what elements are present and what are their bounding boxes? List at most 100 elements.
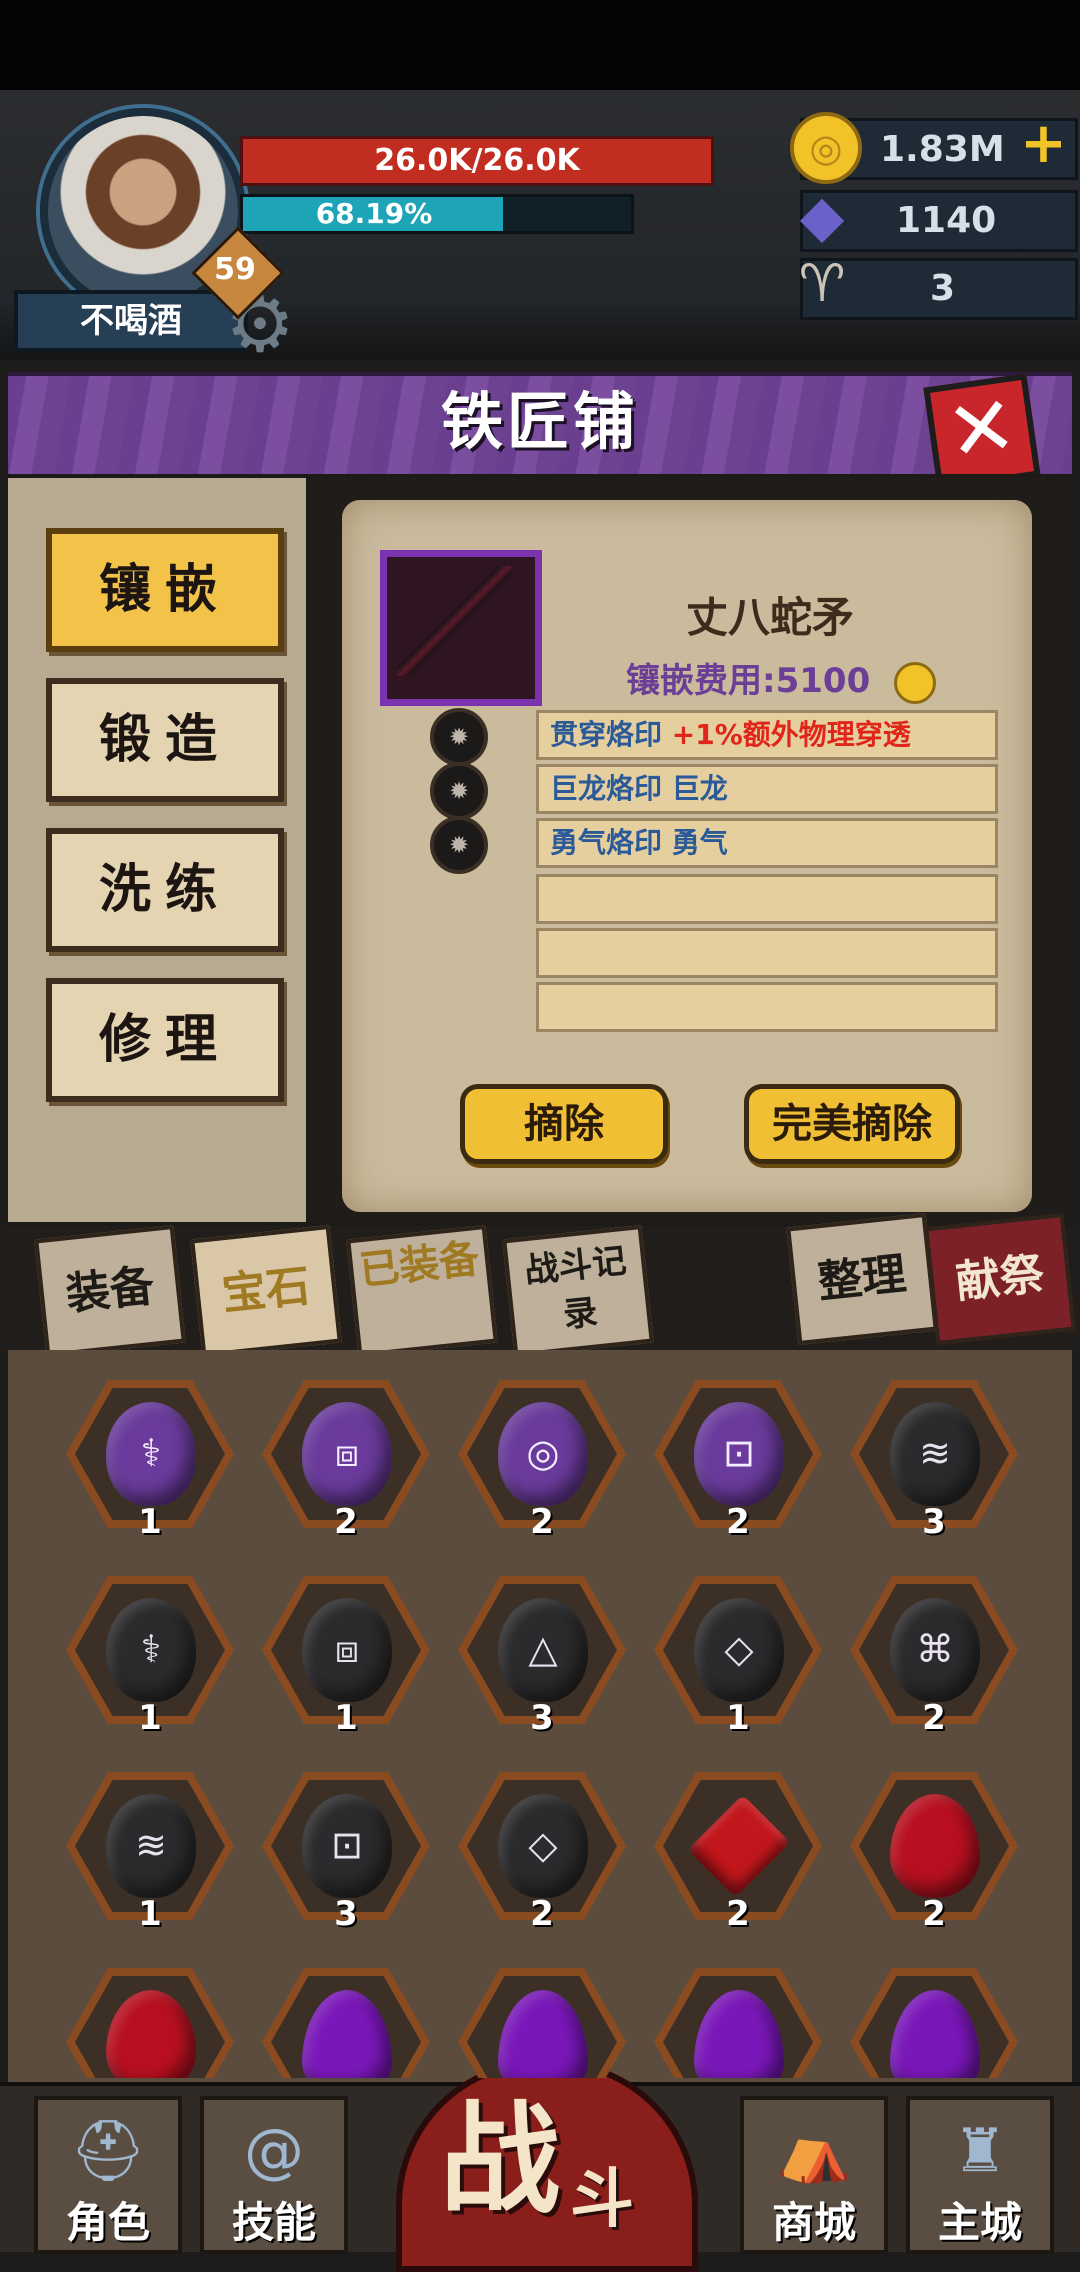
tab-equipped[interactable]: 已装备	[346, 1225, 498, 1357]
menu-refine-button[interactable]: 洗练	[46, 828, 284, 952]
rune-glyph-icon: ⌘	[916, 1627, 954, 1671]
weapon-name: 丈八蛇矛	[685, 593, 854, 642]
nav-character-button[interactable]: ⛑ 角色	[34, 2096, 182, 2254]
gem-slot[interactable]: ⌘ 2	[850, 1576, 1018, 1738]
hp-text: 26.0K/26.0K	[374, 143, 580, 178]
tab-gems[interactable]: 宝石	[190, 1225, 342, 1357]
socket-gem-icon[interactable]: ✹	[430, 708, 488, 766]
gem-slot[interactable]: ⚕ 1	[66, 1380, 234, 1542]
gem-slot[interactable]: ⊡ 2	[654, 1380, 822, 1542]
crystal-amount: 1140	[896, 200, 997, 241]
socket-name: 勇气烙印	[550, 826, 663, 859]
gem-count: 1	[138, 1894, 162, 1934]
gem-count: 2	[530, 1894, 554, 1934]
gem-count: 3	[922, 1502, 946, 1542]
gold-coin-icon: ◎	[790, 112, 862, 184]
socket-row-empty[interactable]	[536, 982, 998, 1032]
nav-character-label: 角色	[65, 2198, 150, 2247]
menu-forge-button[interactable]: 锻造	[46, 678, 284, 802]
nav-shop-button[interactable]: ⛺ 商城	[740, 2096, 888, 2254]
battle-label-small: 斗	[570, 2163, 634, 2237]
rune-glyph-icon: △	[528, 1627, 558, 1671]
rune-glyph-icon: ≋	[919, 1431, 951, 1475]
gem-count: 2	[726, 1894, 750, 1934]
socket-row-empty[interactable]	[536, 874, 998, 924]
nav-skills-label: 技能	[231, 2198, 316, 2247]
page-title: 铁匠铺	[440, 385, 639, 458]
rune-glyph-icon	[302, 2016, 392, 2066]
inlay-cost-label: 镶嵌费用:	[626, 661, 776, 701]
tab-battle-log[interactable]: 战斗记录	[502, 1225, 654, 1357]
socket-gem-icon[interactable]: ✹	[430, 816, 488, 874]
rune-glyph-icon	[498, 2016, 588, 2066]
spear-icon	[396, 566, 512, 676]
remove-button[interactable]: 摘除	[460, 1084, 668, 1164]
gem-slot[interactable]: ⧈ 1	[262, 1576, 430, 1738]
gem-count: 1	[138, 1502, 162, 1542]
gem-count: 3	[530, 1698, 554, 1738]
battle-label-big: 战	[440, 2091, 560, 2230]
rune-glyph-icon	[106, 2016, 196, 2066]
ram-skull-icon: ♈	[798, 254, 846, 314]
menu-inlay-button[interactable]: 镶嵌	[46, 528, 284, 652]
socket-effect: +1%额外物理穿透	[671, 718, 911, 751]
swirl-icon: @	[244, 2116, 304, 2186]
gem-slot[interactable]: ◇ 1	[654, 1576, 822, 1738]
crystal-icon: ◆	[799, 182, 845, 250]
gem-slot[interactable]: ≋ 3	[850, 1380, 1018, 1542]
gem-slot[interactable]: ⊡ 3	[262, 1772, 430, 1934]
rune-glyph-icon: ⚕	[140, 1627, 162, 1671]
socket-name: 贯穿烙印	[550, 718, 663, 751]
gem-count: 2	[922, 1894, 946, 1934]
socket-text: 巨龙烙印 巨龙	[550, 767, 728, 811]
castle-icon: ♜	[953, 2116, 1007, 2186]
tent-icon: ⛺	[776, 2116, 852, 2186]
rune-glyph-icon: ⚕	[140, 1431, 162, 1475]
gem-slot[interactable]: 2	[654, 1772, 822, 1934]
tab-equipment[interactable]: 装备	[34, 1225, 186, 1357]
rune-glyph-icon: ◇	[724, 1627, 754, 1671]
gold-coin-icon	[894, 662, 936, 704]
gem-slot[interactable]	[458, 1968, 626, 2078]
gem-slot[interactable]	[66, 1968, 234, 2078]
inlay-cost-value: 5100	[775, 661, 871, 701]
player-level: 59	[214, 252, 256, 287]
gem-slot[interactable]	[850, 1968, 1018, 2078]
gem-count: 2	[530, 1502, 554, 1542]
horn-amount: 3	[930, 268, 956, 309]
rune-glyph-icon: ◇	[528, 1823, 558, 1867]
rune-glyph-icon: ⊡	[723, 1431, 755, 1475]
gem-slot[interactable]: ⚕ 1	[66, 1576, 234, 1738]
nav-city-label: 主城	[937, 2198, 1022, 2247]
gem-slot[interactable]: ◇ 2	[458, 1772, 626, 1934]
rune-glyph-icon	[890, 2016, 980, 2066]
gem-slot[interactable]: ⧈ 2	[262, 1380, 430, 1542]
gem-slot[interactable]: ◎ 2	[458, 1380, 626, 1542]
socket-effect: 勇气	[671, 826, 728, 859]
gem-slot[interactable]: 2	[850, 1772, 1018, 1934]
gem-slot[interactable]	[654, 1968, 822, 2078]
helmet-icon: ⛑	[69, 2116, 147, 2186]
gem-slot[interactable]: △ 3	[458, 1576, 626, 1738]
rune-glyph-icon: ⊡	[331, 1823, 363, 1867]
perfect-remove-button[interactable]: 完美摘除	[744, 1084, 960, 1164]
nav-shop-label: 商城	[771, 2198, 856, 2247]
nav-skills-button[interactable]: @ 技能	[200, 2096, 348, 2254]
rune-glyph-icon	[890, 1820, 980, 1870]
gem-slot[interactable]: ≋ 1	[66, 1772, 234, 1934]
nav-city-button[interactable]: ♜ 主城	[906, 2096, 1054, 2254]
gem-count: 3	[334, 1894, 358, 1934]
socket-text: 勇气烙印 勇气	[550, 821, 728, 865]
gem-count: 1	[138, 1698, 162, 1738]
rune-glyph-icon: ⧈	[334, 1627, 360, 1671]
menu-repair-button[interactable]: 修理	[46, 978, 284, 1102]
socket-gem-icon[interactable]: ✹	[430, 762, 488, 820]
tab-sacrifice[interactable]: 献祭	[924, 1213, 1076, 1345]
tab-organize[interactable]: 整理	[786, 1213, 938, 1345]
gem-slot[interactable]	[262, 1968, 430, 2078]
socket-name: 巨龙烙印	[550, 772, 663, 805]
rune-glyph-icon: ≋	[135, 1823, 167, 1867]
gem-count: 1	[334, 1698, 358, 1738]
socket-row-empty[interactable]	[536, 928, 998, 978]
add-gold-button[interactable]: +	[1020, 112, 1067, 176]
